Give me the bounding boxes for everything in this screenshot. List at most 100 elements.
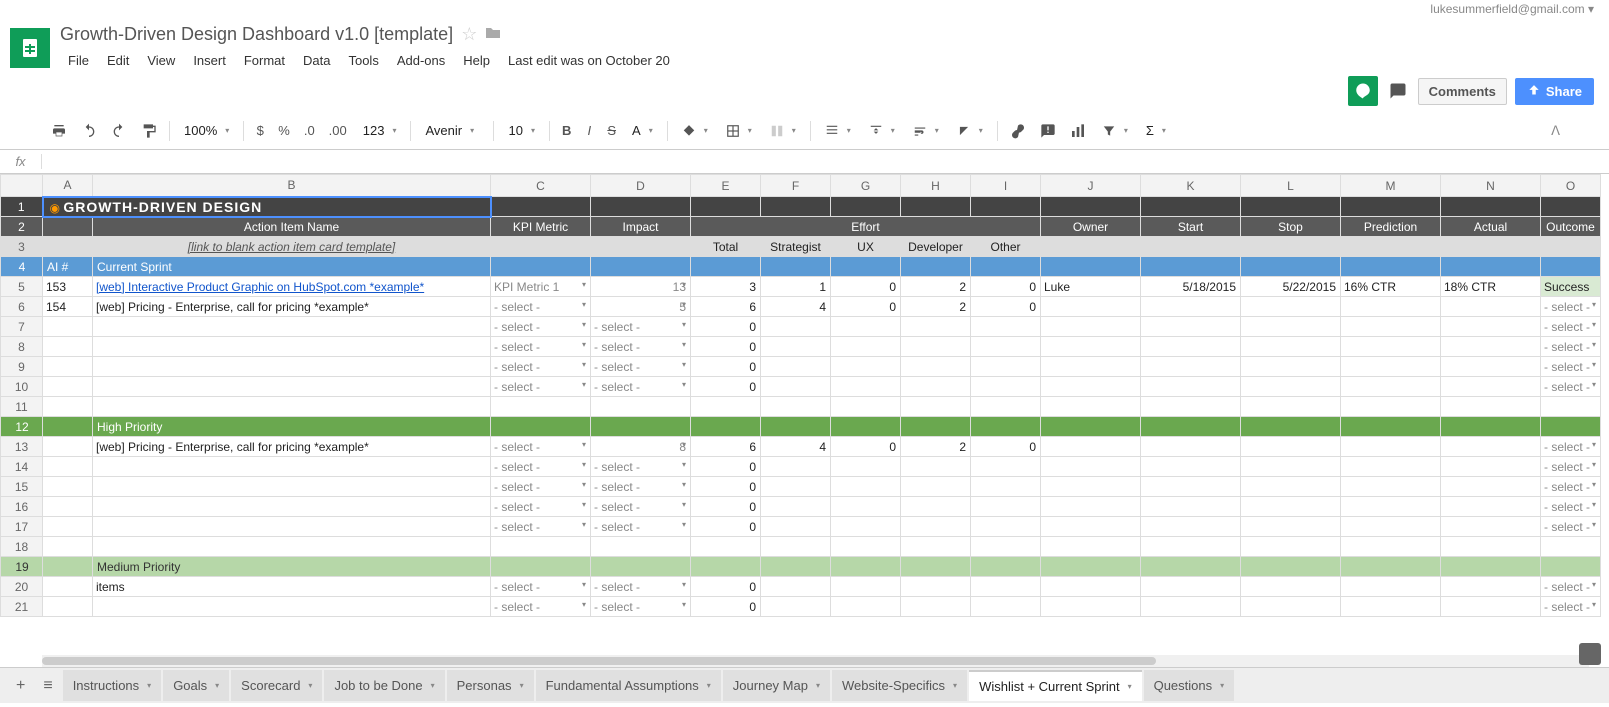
- cell[interactable]: [1041, 257, 1141, 277]
- cell[interactable]: 8: [591, 437, 691, 457]
- cell[interactable]: 154: [43, 297, 93, 317]
- cell[interactable]: [1441, 497, 1541, 517]
- cell[interactable]: [1241, 257, 1341, 277]
- cell[interactable]: [761, 337, 831, 357]
- cell[interactable]: [1441, 377, 1541, 397]
- cell[interactable]: [1441, 257, 1541, 277]
- cell[interactable]: Effort: [691, 217, 1041, 237]
- cell[interactable]: [1041, 317, 1141, 337]
- cell[interactable]: - select -: [491, 577, 591, 597]
- cell[interactable]: 0: [691, 517, 761, 537]
- cell[interactable]: [1441, 337, 1541, 357]
- cell[interactable]: [901, 517, 971, 537]
- horizontal-scrollbar[interactable]: [42, 655, 1589, 667]
- cell[interactable]: [43, 337, 93, 357]
- cell[interactable]: [1441, 437, 1541, 457]
- cell[interactable]: - select -: [491, 437, 591, 457]
- strikethrough-icon[interactable]: S: [601, 119, 622, 142]
- sheet-tab[interactable]: Instructions: [63, 670, 162, 701]
- col-header-G[interactable]: G: [831, 175, 901, 197]
- cell[interactable]: [971, 557, 1041, 577]
- row-header[interactable]: 2: [1, 217, 43, 237]
- cell[interactable]: Medium Priority: [93, 557, 491, 577]
- cell[interactable]: [43, 457, 93, 477]
- fill-color-icon[interactable]: [674, 120, 716, 142]
- cell[interactable]: [761, 517, 831, 537]
- cell[interactable]: [1041, 437, 1141, 457]
- doc-title[interactable]: Growth-Driven Design Dashboard v1.0 [tem…: [60, 24, 453, 45]
- cell[interactable]: 0: [691, 337, 761, 357]
- cell[interactable]: [web] Pricing - Enterprise, call for pri…: [93, 437, 491, 457]
- cell[interactable]: [1141, 317, 1241, 337]
- cell[interactable]: [1241, 457, 1341, 477]
- cell[interactable]: [971, 377, 1041, 397]
- cell[interactable]: [1541, 397, 1601, 417]
- row-header[interactable]: 16: [1, 497, 43, 517]
- cell[interactable]: [901, 537, 971, 557]
- cell[interactable]: - select -: [491, 597, 591, 617]
- cell[interactable]: [1141, 257, 1241, 277]
- cell[interactable]: [971, 337, 1041, 357]
- cell[interactable]: [43, 477, 93, 497]
- cell[interactable]: [761, 257, 831, 277]
- row-header[interactable]: 20: [1, 577, 43, 597]
- col-header-A[interactable]: A: [43, 175, 93, 197]
- cell[interactable]: [901, 577, 971, 597]
- cell[interactable]: [43, 237, 93, 257]
- cell[interactable]: Other: [971, 237, 1041, 257]
- cell[interactable]: [1241, 437, 1341, 457]
- menu-edit[interactable]: Edit: [99, 49, 137, 72]
- cell[interactable]: [1341, 457, 1441, 477]
- cell[interactable]: [491, 417, 591, 437]
- link-icon[interactable]: [1004, 119, 1032, 143]
- cell[interactable]: [1041, 397, 1141, 417]
- cell[interactable]: [971, 517, 1041, 537]
- cell[interactable]: [1141, 477, 1241, 497]
- cell[interactable]: - select -: [591, 517, 691, 537]
- sheet-tab[interactable]: Wishlist + Current Sprint: [969, 670, 1142, 701]
- all-sheets-icon[interactable]: ≡: [35, 671, 60, 701]
- cell[interactable]: - select -: [1541, 597, 1601, 617]
- row-header[interactable]: 10: [1, 377, 43, 397]
- cell[interactable]: Outcome: [1541, 217, 1601, 237]
- col-header-D[interactable]: D: [591, 175, 691, 197]
- cell[interactable]: 0: [971, 437, 1041, 457]
- cell[interactable]: [901, 377, 971, 397]
- cell[interactable]: [831, 317, 901, 337]
- row-header[interactable]: 13: [1, 437, 43, 457]
- chart-icon[interactable]: [1064, 119, 1092, 143]
- col-header-J[interactable]: J: [1041, 175, 1141, 197]
- cell[interactable]: 0: [691, 357, 761, 377]
- cell[interactable]: Success: [1541, 277, 1601, 297]
- cell[interactable]: - select -: [491, 357, 591, 377]
- cell[interactable]: [1241, 557, 1341, 577]
- cell[interactable]: 0: [691, 457, 761, 477]
- col-header-B[interactable]: B: [93, 175, 491, 197]
- cell[interactable]: [1441, 197, 1541, 217]
- cell[interactable]: [1041, 517, 1141, 537]
- col-header-H[interactable]: H: [901, 175, 971, 197]
- explore-icon[interactable]: [1579, 643, 1601, 665]
- col-header-M[interactable]: M: [1341, 175, 1441, 197]
- cell[interactable]: - select -: [491, 457, 591, 477]
- cell[interactable]: 4: [761, 297, 831, 317]
- cell[interactable]: 6: [691, 437, 761, 457]
- cell[interactable]: [831, 417, 901, 437]
- cell[interactable]: [831, 577, 901, 597]
- cell[interactable]: [1541, 197, 1601, 217]
- cell[interactable]: [591, 557, 691, 577]
- cell[interactable]: - select -: [1541, 517, 1601, 537]
- cell[interactable]: [1341, 297, 1441, 317]
- cell[interactable]: [831, 597, 901, 617]
- sheet-tab[interactable]: Scorecard: [231, 670, 322, 701]
- cell[interactable]: [1341, 497, 1441, 517]
- cell[interactable]: 0: [971, 277, 1041, 297]
- cell[interactable]: - select -: [1541, 457, 1601, 477]
- cell[interactable]: [1141, 517, 1241, 537]
- cell[interactable]: [761, 597, 831, 617]
- cell[interactable]: [1541, 257, 1601, 277]
- cell[interactable]: [1341, 537, 1441, 557]
- cell[interactable]: [971, 497, 1041, 517]
- cell[interactable]: [93, 517, 491, 537]
- cell[interactable]: [831, 197, 901, 217]
